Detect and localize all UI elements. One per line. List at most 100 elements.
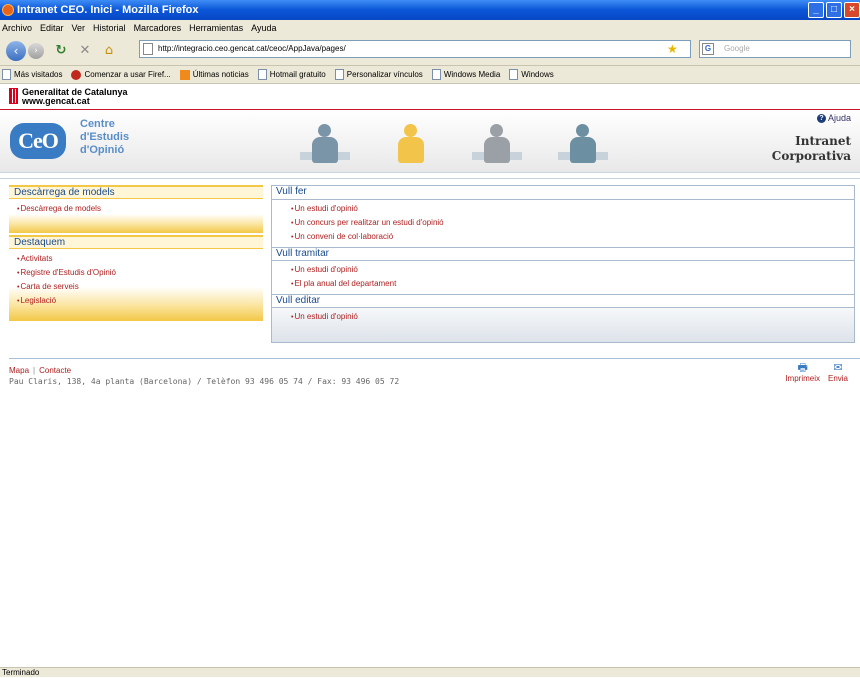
page-icon: [143, 43, 153, 55]
menu-ayuda[interactable]: Ayuda: [251, 23, 276, 33]
bookmark-label: Windows Media: [443, 70, 501, 79]
left-column: Descàrrega de models Descàrrega de model…: [9, 185, 263, 323]
box-title: Descàrrega de models: [9, 185, 263, 199]
forward-button[interactable]: ›: [28, 42, 44, 59]
catalan-flag-icon: [9, 88, 18, 104]
print-button[interactable]: 🖶 Imprimeix: [785, 362, 820, 383]
search-input[interactable]: G Google: [699, 40, 851, 58]
section-vull-editar: Vull editar Un estudi d'opinió: [272, 294, 854, 327]
link-fer-estudi[interactable]: Un estudi d'opinió: [291, 202, 854, 216]
bookmark-label: Más visitados: [14, 70, 63, 79]
bookmark-item[interactable]: Personalizar vínculos: [334, 69, 423, 80]
section-vull-tramitar: Vull tramitar Un estudi d'opinió El pla …: [272, 247, 854, 294]
bookmark-item[interactable]: Hotmail gratuito: [257, 69, 326, 80]
person-at-computer-icon: [558, 120, 608, 166]
footer-link-mapa[interactable]: Mapa: [9, 366, 29, 375]
page-icon: [257, 69, 267, 80]
bookmark-label: Últimas noticias: [192, 70, 249, 79]
bookmark-item[interactable]: Windows Media: [431, 69, 501, 80]
reload-icon[interactable]: ↻: [54, 43, 68, 58]
actions-panel: Vull fer Un estudi d'opinió Un concurs p…: [271, 185, 855, 343]
header-illustration: [300, 120, 608, 166]
section-title: Vull fer: [272, 186, 854, 200]
intranet-title: Intranet Corporativa: [772, 134, 851, 164]
section-vull-fer: Vull fer Un estudi d'opinió Un concurs p…: [272, 186, 854, 247]
url-text: http://integracio.ceo.gencat.cat/ceoc/Ap…: [158, 44, 346, 53]
box-title: Destaquem: [9, 235, 263, 249]
footer-links: Mapa | Contacte: [9, 366, 72, 375]
link-registre-estudis[interactable]: Registre d'Estudis d'Opinió: [17, 266, 263, 280]
link-fer-conveni[interactable]: Un conveni de col·laboració: [291, 230, 854, 244]
intranet-title-line: Corporativa: [771, 149, 851, 163]
send-button[interactable]: ✉ Envia: [828, 362, 848, 383]
org-name: Centre d'Estudis d'Opinió: [80, 118, 129, 157]
divider: [0, 178, 860, 179]
link-descarrega-models[interactable]: Descàrrega de models: [17, 202, 263, 216]
section-title: Vull tramitar: [272, 247, 854, 261]
printer-icon: 🖶: [797, 362, 808, 374]
help-label: Ajuda: [827, 113, 851, 123]
menu-archivo[interactable]: Archivo: [2, 23, 32, 33]
link-carta-serveis[interactable]: Carta de serveis: [17, 280, 263, 294]
bookmark-item[interactable]: Comenzar a usar Firef...: [71, 69, 171, 80]
bookmark-item[interactable]: Windows: [509, 69, 554, 80]
help-link[interactable]: ? Ajuda: [816, 113, 851, 123]
site-header: CeO Centre d'Estudis d'Opinió ? Ajuda In…: [0, 110, 860, 173]
downloads-box: Descàrrega de models Descàrrega de model…: [9, 185, 263, 233]
bookmark-star-icon[interactable]: ★: [667, 42, 678, 56]
link-fer-concurs[interactable]: Un concurs per realitzar un estudi d'opi…: [291, 216, 854, 230]
help-icon: ?: [816, 113, 826, 123]
link-editar-estudi[interactable]: Un estudi d'opinió: [291, 310, 854, 324]
print-label: Imprimeix: [785, 374, 820, 383]
person-at-computer-icon: [300, 120, 350, 166]
bookmark-label: Comenzar a usar Firef...: [84, 70, 171, 79]
org-name-line: Centre: [80, 118, 115, 130]
menu-editar[interactable]: Editar: [40, 23, 64, 33]
close-button[interactable]: ×: [844, 2, 860, 18]
rss-icon: [179, 69, 190, 80]
maximize-button[interactable]: □: [826, 2, 842, 18]
bookmark-item[interactable]: Últimas noticias: [179, 69, 249, 80]
menu-ver[interactable]: Ver: [72, 23, 86, 33]
menubar: Archivo Editar Ver Historial Marcadores …: [0, 20, 860, 36]
bookmark-label: Hotmail gratuito: [269, 70, 326, 79]
intranet-title-line: Intranet: [795, 134, 851, 148]
section-title: Vull editar: [272, 294, 854, 308]
link-tramitar-estudi[interactable]: Un estudi d'opinió: [291, 263, 854, 277]
link-activitats[interactable]: Activitats: [17, 252, 263, 266]
gencat-logo[interactable]: Generalitat de Catalunya www.gencat.cat: [9, 88, 128, 106]
link-tramitar-pla-anual[interactable]: El pla anual del departament: [291, 277, 854, 291]
send-label: Envia: [827, 374, 848, 383]
page-actions: 🖶 Imprimeix ✉ Envia: [785, 362, 848, 383]
bookmark-label: Windows: [521, 70, 554, 79]
ceo-logo[interactable]: CeO: [10, 123, 66, 159]
status-text: Terminado: [2, 668, 40, 677]
person-on-phone-icon: [386, 120, 436, 166]
menu-historial[interactable]: Historial: [93, 23, 126, 33]
page-icon: [2, 69, 11, 80]
home-icon[interactable]: ⌂: [102, 43, 116, 58]
page-icon: [509, 69, 519, 80]
window-title: Intranet CEO. Inici - Mozilla Firefox: [17, 4, 199, 16]
envelope-icon: ✉: [833, 362, 843, 374]
status-bar: Terminado: [0, 667, 860, 677]
bookmark-item[interactable]: Más visitados: [2, 69, 62, 80]
search-placeholder: Google: [724, 44, 750, 53]
google-icon: G: [702, 43, 714, 55]
back-button[interactable]: ‹: [6, 40, 26, 61]
menu-herramientas[interactable]: Herramientas: [189, 23, 243, 33]
url-bar[interactable]: http://integracio.ceo.gencat.cat/ceoc/Ap…: [139, 40, 691, 58]
window-titlebar: Intranet CEO. Inici - Mozilla Firefox _ …: [0, 0, 860, 20]
menu-marcadores[interactable]: Marcadores: [134, 23, 182, 33]
minimize-button[interactable]: _: [808, 2, 824, 18]
stop-icon[interactable]: ✕: [78, 43, 92, 58]
footer-link-contacte[interactable]: Contacte: [39, 366, 71, 375]
person-at-desk-icon: [472, 120, 522, 166]
navigation-toolbar: ‹ › ↻ ✕ ⌂ http://integracio.ceo.gencat.c…: [0, 36, 860, 66]
org-name-line: d'Opinió: [80, 144, 125, 156]
web-page: Generalitat de Catalunya www.gencat.cat …: [0, 85, 860, 667]
gencat-url: www.gencat.cat: [22, 96, 90, 106]
page-icon: [334, 69, 344, 80]
link-legislacio[interactable]: Legislació: [17, 294, 263, 308]
highlights-box: Destaquem Activitats Registre d'Estudis …: [9, 235, 263, 321]
